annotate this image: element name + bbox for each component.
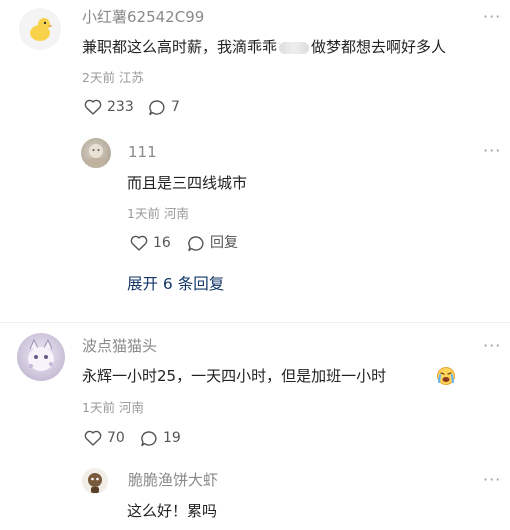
like-button[interactable]: 70 [84, 429, 125, 447]
comment-bubble-icon [141, 430, 157, 446]
expand-replies-link[interactable]: 展开 6 条回复 [127, 274, 224, 294]
username[interactable]: 波点猫猫头 [82, 336, 157, 356]
comment-text-tail: 做梦都想去啊好多人 [311, 38, 447, 56]
avatar[interactable] [82, 468, 108, 494]
reply-count: 19 [163, 430, 181, 446]
username[interactable]: 小红薯62542C99 [82, 7, 204, 27]
yellow-duck-icon [19, 8, 61, 50]
reply-text: 这么好！累吗 [127, 502, 218, 520]
heart-icon [84, 99, 102, 115]
comment-text: 兼职都这么高时薪，我滴乖乖 做梦都想去啊好多人 [82, 36, 446, 58]
comment-meta: 2天前 江苏 [82, 70, 144, 85]
username[interactable]: 111 [128, 142, 157, 162]
heart-icon [130, 235, 148, 251]
more-options-icon[interactable]: ··· [483, 9, 501, 25]
avatar-image [87, 144, 105, 168]
like-button[interactable]: 233 [84, 98, 134, 116]
avatar-image [28, 338, 54, 371]
redacted-blur [279, 41, 310, 54]
reply-button[interactable]: 回复 [187, 234, 238, 252]
reply-button[interactable]: 19 [140, 429, 181, 447]
reply-label: 回复 [210, 235, 238, 251]
divider [0, 322, 510, 323]
like-button[interactable]: 16 [130, 234, 171, 252]
comment-text: 永辉一小时25，一天四小时，但是加班一小时 [82, 365, 386, 387]
like-count: 233 [107, 99, 134, 115]
crying-face-icon [436, 366, 456, 386]
reply-count: 7 [171, 99, 180, 115]
comment-bubble-icon [149, 99, 165, 115]
avatar[interactable] [81, 138, 111, 168]
username[interactable]: 脆脆渔饼大虾 [128, 470, 218, 490]
comment-text-body: 永辉一小时25，一天四小时，但是加班一小时 [82, 367, 387, 385]
like-count: 70 [107, 430, 125, 446]
comment-bubble-icon [188, 235, 204, 251]
more-options-icon[interactable]: ··· [483, 472, 501, 488]
like-count: 16 [153, 235, 171, 251]
reply-meta: 1天前 河南 [127, 206, 189, 221]
reply-button[interactable]: 7 [148, 98, 180, 116]
avatar[interactable] [19, 8, 61, 50]
more-options-icon[interactable]: ··· [483, 143, 501, 159]
heart-icon [84, 430, 102, 446]
comment-meta: 1天前 河南 [82, 400, 144, 415]
comment-text-head: 兼职都这么高时薪，我滴乖乖 [82, 38, 278, 56]
reply-text: 而且是三四线城市 [127, 174, 248, 192]
avatar-image [88, 473, 102, 493]
avatar[interactable] [17, 333, 65, 381]
more-options-icon[interactable]: ··· [483, 338, 501, 354]
